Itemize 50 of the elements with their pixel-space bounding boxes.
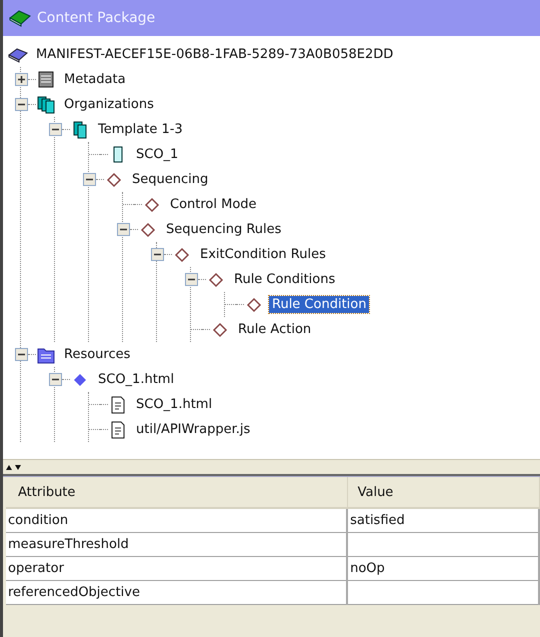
- tree-item[interactable]: Rule Conditions: [231, 271, 338, 288]
- tree-item[interactable]: SCO_1: [133, 146, 182, 163]
- panel-title: Content Package: [37, 10, 156, 26]
- collapse-arrows-icon[interactable]: [5, 463, 23, 471]
- tree-item[interactable]: Sequencing Rules: [163, 221, 284, 238]
- column-header[interactable]: Value: [347, 477, 539, 508]
- tree-item[interactable]: MANIFEST-AECEF15E-06B8-1FAB-5289-73A0B058E2DD: [33, 46, 396, 63]
- tree-item[interactable]: ExitCondition Rules: [197, 246, 329, 263]
- tree-item[interactable]: SCO_1.html: [133, 396, 216, 413]
- cards-icon: [36, 96, 56, 114]
- table-cell[interactable]: [347, 580, 539, 604]
- tree-item[interactable]: Control Mode: [167, 196, 260, 213]
- tree-item[interactable]: Resources: [61, 346, 134, 363]
- diamond-icon: [138, 220, 158, 238]
- tree-item[interactable]: Sequencing: [129, 171, 212, 188]
- table-cell: referencedObjective: [6, 580, 348, 604]
- diamond-icon: [210, 320, 230, 338]
- diamond-icon: [172, 246, 192, 264]
- table-cell[interactable]: noOp: [347, 556, 539, 580]
- tree-item[interactable]: Rule Condition: [269, 296, 370, 313]
- collapse-toggle[interactable]: [151, 248, 164, 261]
- tree-item[interactable]: Metadata: [61, 71, 129, 88]
- book-icon: [9, 9, 31, 27]
- table-cell: measureThreshold: [6, 532, 348, 556]
- collapse-toggle[interactable]: [15, 348, 28, 361]
- collapse-toggle[interactable]: [83, 173, 96, 186]
- tree-item[interactable]: Rule Action: [235, 321, 314, 338]
- tree-item[interactable]: util/APIWrapper.js: [133, 421, 254, 438]
- collapse-toggle[interactable]: [49, 373, 62, 386]
- folder-icon: [36, 346, 56, 364]
- table-cell[interactable]: satisfied: [347, 508, 539, 532]
- expand-toggle[interactable]: [15, 73, 28, 86]
- collapse-toggle[interactable]: [15, 98, 28, 111]
- tree-item[interactable]: SCO_1.html: [95, 371, 178, 388]
- diamond-icon: [104, 170, 124, 188]
- collapse-toggle[interactable]: [49, 123, 62, 136]
- stack-icon: [36, 70, 56, 88]
- table-cell: condition: [6, 508, 348, 532]
- column-header[interactable]: Attribute: [6, 477, 348, 508]
- book-icon: [8, 46, 28, 64]
- diamond-icon: [142, 196, 162, 214]
- diamond-icon: [244, 296, 264, 314]
- splitter-bar[interactable]: [3, 459, 540, 476]
- table-cell[interactable]: [347, 532, 539, 556]
- table-cell: operator: [6, 556, 348, 580]
- collapse-toggle[interactable]: [117, 223, 130, 236]
- tree-item[interactable]: Organizations: [61, 96, 157, 113]
- diamond-icon: [206, 270, 226, 288]
- collapse-toggle[interactable]: [185, 273, 198, 286]
- tree-item[interactable]: Template 1-3: [95, 121, 186, 138]
